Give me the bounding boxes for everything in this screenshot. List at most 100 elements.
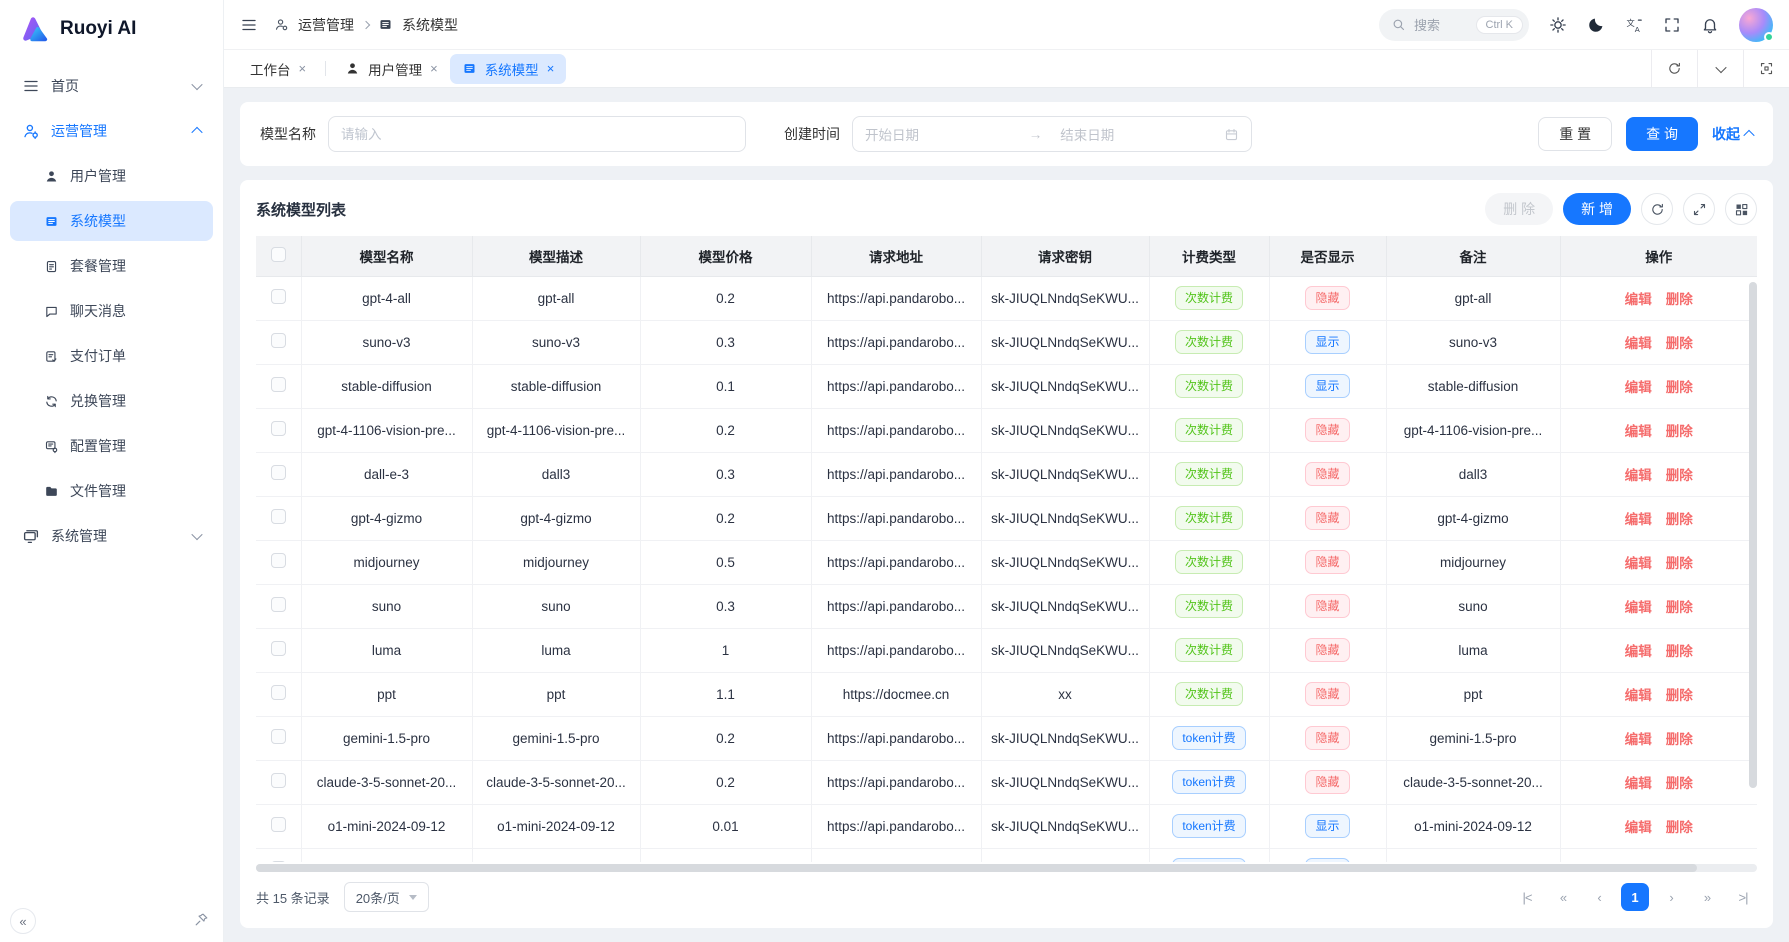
row-checkbox[interactable] [271, 377, 286, 392]
sidebar-item-user-management[interactable]: 用户管理 [10, 156, 213, 196]
next-page-button[interactable]: › [1657, 883, 1685, 911]
sidebar-item-home[interactable]: 首页 [10, 66, 213, 106]
next-group-button[interactable]: » [1693, 883, 1721, 911]
edit-link[interactable]: 编辑 [1625, 776, 1652, 791]
row-checkbox[interactable] [271, 817, 286, 832]
edit-link[interactable]: 编辑 [1625, 380, 1652, 395]
edit-link[interactable]: 编辑 [1625, 512, 1652, 527]
bell-icon[interactable] [1701, 16, 1719, 34]
add-button[interactable]: 新 增 [1563, 193, 1631, 225]
row-checkbox[interactable] [271, 289, 286, 304]
pin-icon[interactable] [194, 912, 209, 932]
model-name-input[interactable] [328, 116, 746, 152]
edit-link[interactable]: 编辑 [1625, 600, 1652, 615]
visible-badge: 显示 [1305, 374, 1349, 398]
delete-link[interactable]: 删除 [1666, 556, 1693, 571]
avatar[interactable] [1739, 8, 1773, 42]
delete-link[interactable]: 删除 [1666, 688, 1693, 703]
search-input[interactable]: 搜索 Ctrl K [1379, 9, 1529, 41]
tab-user-management[interactable]: 用户管理 × [333, 54, 450, 84]
select-all-checkbox[interactable] [271, 247, 286, 262]
sidebar-item-package-management[interactable]: 套餐管理 [10, 246, 213, 286]
row-checkbox[interactable] [271, 861, 286, 862]
sidebar-toggle-icon[interactable] [240, 16, 258, 34]
page-size-select[interactable]: 20条/页 [344, 882, 429, 912]
close-icon[interactable]: × [299, 62, 307, 75]
translate-icon[interactable]: 文A [1625, 16, 1643, 34]
delete-link[interactable]: 删除 [1666, 512, 1693, 527]
gear-icon[interactable] [1549, 16, 1567, 34]
edit-link[interactable]: 编辑 [1625, 732, 1652, 747]
tab-workbench[interactable]: 工作台 × [238, 54, 318, 84]
delete-button[interactable]: 删 除 [1485, 193, 1553, 225]
row-checkbox[interactable] [271, 553, 286, 568]
sidebar-item-system-model[interactable]: 系统模型 [10, 201, 213, 241]
sidebar-item-system-management[interactable]: 系统管理 [10, 516, 213, 556]
row-checkbox[interactable] [271, 641, 286, 656]
column-settings-button[interactable] [1725, 193, 1757, 225]
last-page-button[interactable]: >| [1729, 883, 1757, 911]
content-fullscreen-button[interactable] [1743, 50, 1789, 87]
edit-link[interactable]: 编辑 [1625, 292, 1652, 307]
row-checkbox[interactable] [271, 465, 286, 480]
delete-link[interactable]: 删除 [1666, 380, 1693, 395]
reset-button[interactable]: 重 置 [1538, 117, 1612, 151]
horizontal-scrollbar[interactable] [256, 864, 1697, 872]
sidebar-item-operations[interactable]: 运营管理 [10, 111, 213, 151]
delete-link[interactable]: 删除 [1666, 732, 1693, 747]
first-page-button[interactable]: |< [1513, 883, 1541, 911]
tab-system-model[interactable]: 系统模型 × [450, 54, 567, 84]
billing-type-badge: 次数计费 [1175, 506, 1243, 530]
delete-link[interactable]: 删除 [1666, 600, 1693, 615]
sidebar-collapse-button[interactable]: « [10, 908, 36, 934]
cell-model-price: 0.1 [640, 364, 811, 408]
row-checkbox[interactable] [271, 773, 286, 788]
page-1-button[interactable]: 1 [1621, 883, 1649, 911]
delete-link[interactable]: 删除 [1666, 336, 1693, 351]
cell-model-desc: gpt-4-1106-vision-pre... [472, 408, 640, 452]
sidebar-item-chat-messages[interactable]: 聊天消息 [10, 291, 213, 331]
sidebar-item-redeem-management[interactable]: 兑换管理 [10, 381, 213, 421]
logo[interactable]: Ruoyi AI [0, 0, 223, 58]
refresh-table-button[interactable] [1641, 193, 1673, 225]
delete-link[interactable]: 删除 [1666, 468, 1693, 483]
edit-link[interactable]: 编辑 [1625, 468, 1652, 483]
prev-page-button[interactable]: ‹ [1585, 883, 1613, 911]
collapse-filter-link[interactable]: 收起 [1712, 124, 1753, 144]
close-icon[interactable]: × [430, 62, 438, 75]
row-checkbox[interactable] [271, 421, 286, 436]
edit-link[interactable]: 编辑 [1625, 644, 1652, 659]
cell-visible: 隐藏 [1269, 408, 1386, 452]
row-checkbox[interactable] [271, 597, 286, 612]
row-checkbox[interactable] [271, 509, 286, 524]
row-checkbox[interactable] [271, 333, 286, 348]
sidebar-item-payment-orders[interactable]: 支付订单 [10, 336, 213, 376]
tab-menu-button[interactable] [1697, 50, 1743, 87]
edit-link[interactable]: 编辑 [1625, 556, 1652, 571]
refresh-tab-button[interactable] [1651, 50, 1697, 87]
breadcrumb-level1[interactable]: 运营管理 [298, 15, 354, 35]
delete-link[interactable]: 删除 [1666, 820, 1693, 835]
edit-link[interactable]: 编辑 [1625, 688, 1652, 703]
vertical-scrollbar[interactable] [1749, 282, 1757, 788]
delete-link[interactable]: 删除 [1666, 644, 1693, 659]
edit-link[interactable]: 编辑 [1625, 424, 1652, 439]
delete-link[interactable]: 删除 [1666, 776, 1693, 791]
fullscreen-icon[interactable] [1663, 16, 1681, 34]
row-checkbox[interactable] [271, 685, 286, 700]
moon-icon[interactable] [1587, 16, 1605, 34]
expand-table-button[interactable] [1683, 193, 1715, 225]
delete-link[interactable]: 删除 [1666, 292, 1693, 307]
row-checkbox[interactable] [271, 729, 286, 744]
edit-link[interactable]: 编辑 [1625, 820, 1652, 835]
close-icon[interactable]: × [547, 62, 555, 75]
date-range-picker[interactable]: 开始日期 → 结束日期 [852, 116, 1252, 152]
sidebar-item-file-management[interactable]: 文件管理 [10, 471, 213, 511]
breadcrumb-level2[interactable]: 系统模型 [402, 15, 458, 35]
sidebar-item-config-management[interactable]: 配置管理 [10, 426, 213, 466]
delete-link[interactable]: 删除 [1666, 424, 1693, 439]
edit-link[interactable]: 编辑 [1625, 336, 1652, 351]
query-button[interactable]: 查 询 [1626, 117, 1698, 151]
row-checkbox-cell [256, 320, 301, 364]
prev-group-button[interactable]: « [1549, 883, 1577, 911]
